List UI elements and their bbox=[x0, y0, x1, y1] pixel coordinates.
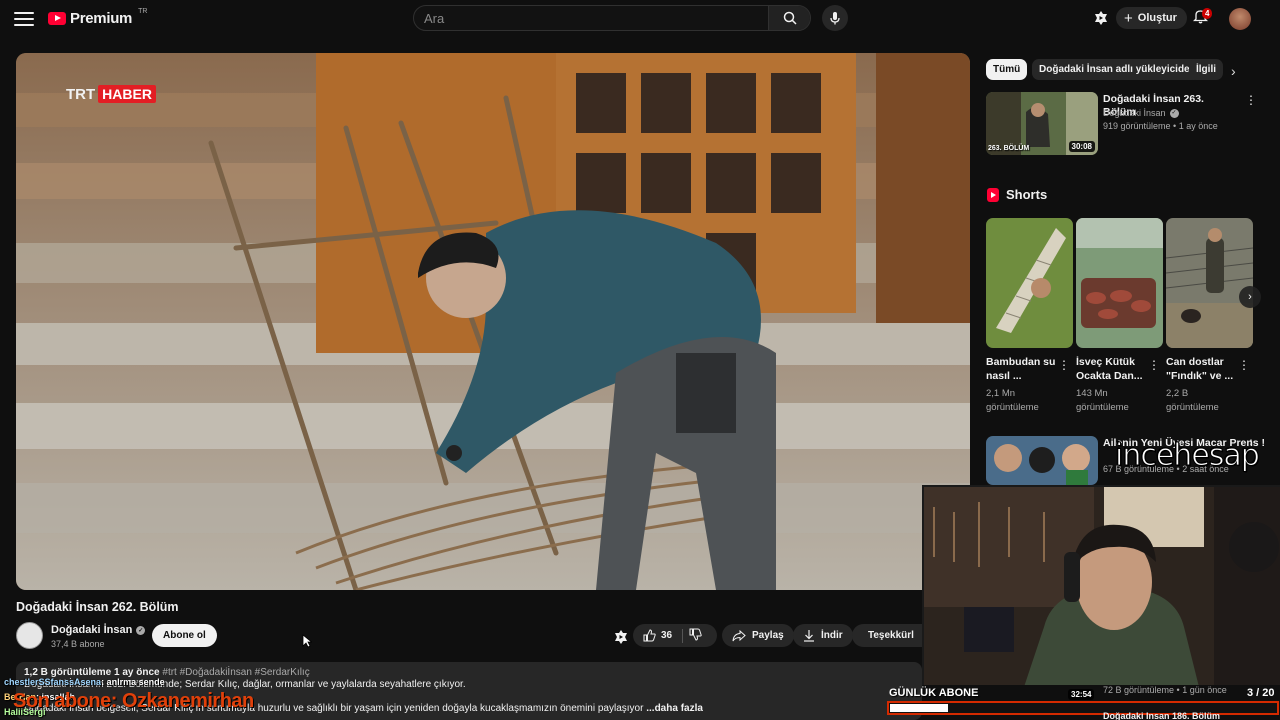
more-options-icon[interactable]: ⋮ bbox=[1058, 358, 1070, 372]
share-button[interactable]: Paylaş bbox=[722, 624, 794, 647]
chat-message: chestlerSSfanssAsena: anlrma sende bbox=[4, 677, 165, 687]
download-icon bbox=[804, 630, 814, 642]
video-title: Doğadaki İnsan 262. Bölüm bbox=[16, 600, 179, 614]
recommended-title[interactable]: Doğadaki İnsan 186. Bölüm bbox=[1103, 712, 1220, 720]
chip-related[interactable]: İlgili bbox=[1189, 59, 1223, 80]
divider bbox=[682, 628, 684, 643]
thanks-button[interactable]: $ Teşekkürl bbox=[852, 624, 922, 647]
short-card[interactable] bbox=[986, 218, 1073, 348]
short-title[interactable]: Bambudan su nasıl ... bbox=[986, 355, 1056, 383]
short-views: 143 Mn görüntüleme bbox=[1076, 388, 1129, 413]
shorts-header: Shorts bbox=[987, 187, 1047, 202]
subscribe-button[interactable]: Abone ol bbox=[152, 624, 217, 647]
webcam-feed bbox=[924, 487, 1280, 685]
shorts-icon bbox=[987, 187, 999, 202]
download-button[interactable]: İndir bbox=[793, 624, 853, 647]
like-dislike-group: 36 bbox=[633, 624, 717, 647]
verified-icon: ✓ bbox=[1169, 109, 1179, 118]
channel-watermark: TRT HABER bbox=[66, 85, 156, 103]
short-title[interactable]: Can dostlar "Fındık" ve ... bbox=[1166, 355, 1236, 383]
create-button[interactable]: + Oluştur bbox=[1116, 7, 1187, 29]
channel-name[interactable]: Doğadaki İnsan ✓ bbox=[51, 624, 146, 636]
youtube-logo-icon bbox=[48, 12, 66, 25]
more-options-icon[interactable]: ⋮ bbox=[1148, 358, 1160, 372]
premium-icon[interactable] bbox=[1093, 10, 1109, 29]
short-title[interactable]: İsveç Kütük Ocakta Dan... bbox=[1076, 355, 1146, 383]
channel-avatar[interactable] bbox=[16, 622, 43, 649]
chip-from-uploader[interactable]: Doğadaki İnsan adlı yükleyiciden bbox=[1032, 59, 1203, 80]
more-options-icon[interactable]: ⋮ bbox=[1238, 358, 1250, 372]
video-frame bbox=[16, 53, 970, 590]
plus-icon: + bbox=[1124, 9, 1133, 27]
recommended-channel[interactable]: Doğadaki İnsan ✓ bbox=[1103, 107, 1179, 120]
search-button[interactable] bbox=[768, 6, 810, 30]
mouse-cursor-icon bbox=[302, 634, 313, 651]
subscriber-count: 37,4 B abone bbox=[51, 639, 105, 649]
voice-search-button[interactable] bbox=[822, 5, 848, 31]
premium-feature-icon[interactable] bbox=[613, 629, 629, 648]
short-views: 2,2 B görüntüleme bbox=[1166, 388, 1219, 413]
short-thumbnail bbox=[986, 218, 1073, 348]
show-more-link[interactable]: ...daha fazla bbox=[646, 703, 703, 714]
like-button[interactable]: 36 bbox=[643, 629, 672, 642]
latest-subscriber-alert: Son abone: Ozkanemirhan bbox=[13, 690, 254, 712]
thumbs-down-icon bbox=[689, 628, 702, 641]
short-thumbnail bbox=[1166, 218, 1253, 348]
daily-sub-goal-fill bbox=[890, 704, 948, 712]
recommended-thumbnail[interactable] bbox=[986, 436, 1098, 485]
search-input[interactable] bbox=[414, 6, 768, 30]
menu-icon[interactable] bbox=[14, 10, 34, 28]
recommended-thumbnail[interactable]: 263. BÖLÜM 30:08 bbox=[986, 92, 1098, 155]
more-options-icon[interactable]: ⋮ bbox=[1245, 93, 1257, 107]
chevron-right-icon[interactable]: › bbox=[1231, 63, 1236, 79]
webcam-overlay bbox=[922, 485, 1280, 685]
video-player[interactable]: TRT HABER bbox=[16, 53, 970, 590]
account-avatar[interactable] bbox=[1229, 8, 1251, 30]
daily-sub-goal-count: 3 / 20 bbox=[1247, 687, 1275, 699]
youtube-premium-logo[interactable]: Premium TR bbox=[48, 8, 147, 27]
share-icon bbox=[732, 629, 746, 641]
short-card[interactable] bbox=[1076, 218, 1163, 348]
short-thumbnail bbox=[1076, 218, 1163, 348]
search-icon bbox=[783, 11, 797, 25]
recommended-meta: 919 görüntüleme • 1 ay önce bbox=[1103, 121, 1218, 131]
streamer-watermark: incehesap bbox=[1115, 438, 1261, 474]
thumbs-up-icon bbox=[643, 629, 656, 642]
dislike-button[interactable] bbox=[689, 628, 702, 644]
short-card[interactable] bbox=[1166, 218, 1253, 348]
daily-sub-goal-label: GÜNLÜK ABONE bbox=[889, 687, 979, 699]
thumbnail-image bbox=[986, 436, 1098, 485]
microphone-icon bbox=[830, 12, 840, 25]
short-views: 2,1 Mn görüntüleme bbox=[986, 388, 1039, 413]
search-bar bbox=[413, 5, 811, 31]
video-duration: 32:54 bbox=[1068, 689, 1095, 700]
chevron-right-icon: › bbox=[1248, 291, 1252, 303]
recommended-meta: 72 B görüntüleme • 1 gün önce bbox=[1103, 685, 1227, 695]
video-duration: 30:08 bbox=[1068, 141, 1095, 152]
verified-icon: ✓ bbox=[136, 625, 146, 635]
chip-all[interactable]: Tümü bbox=[986, 59, 1028, 80]
shorts-next-button[interactable]: › bbox=[1239, 286, 1261, 308]
